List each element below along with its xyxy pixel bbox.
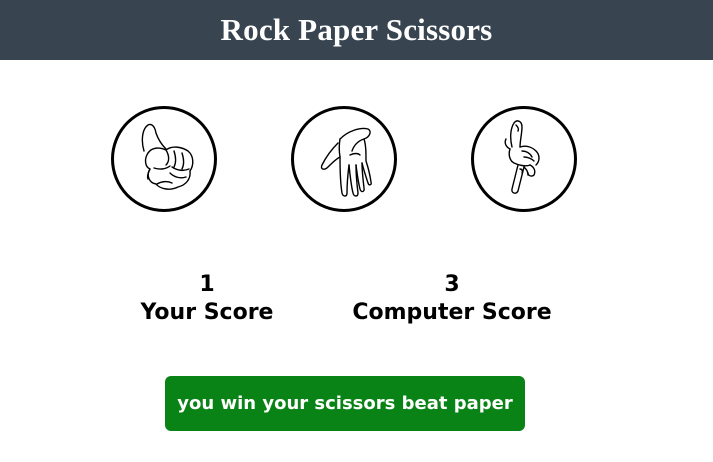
computer-score: 3 Computer Score — [337, 271, 567, 327]
app-header: Rock Paper Scissors — [0, 0, 713, 60]
user-score-value: 1 — [199, 272, 215, 297]
rock-choice-button[interactable] — [111, 106, 217, 212]
result-message: you win your scissors beat paper — [165, 376, 525, 431]
paper-choice-button[interactable] — [291, 106, 397, 212]
paper-hand-icon — [320, 127, 372, 197]
scissors-choice-button[interactable] — [471, 106, 577, 212]
user-score: 1 Your Score — [112, 271, 302, 327]
user-score-label: Your Score — [140, 300, 274, 325]
computer-score-label: Computer Score — [352, 300, 552, 325]
scissors-hand-icon — [504, 120, 540, 194]
page-title: Rock Paper Scissors — [220, 12, 493, 47]
computer-score-value: 3 — [444, 272, 460, 297]
rock-hand-icon — [141, 123, 194, 190]
